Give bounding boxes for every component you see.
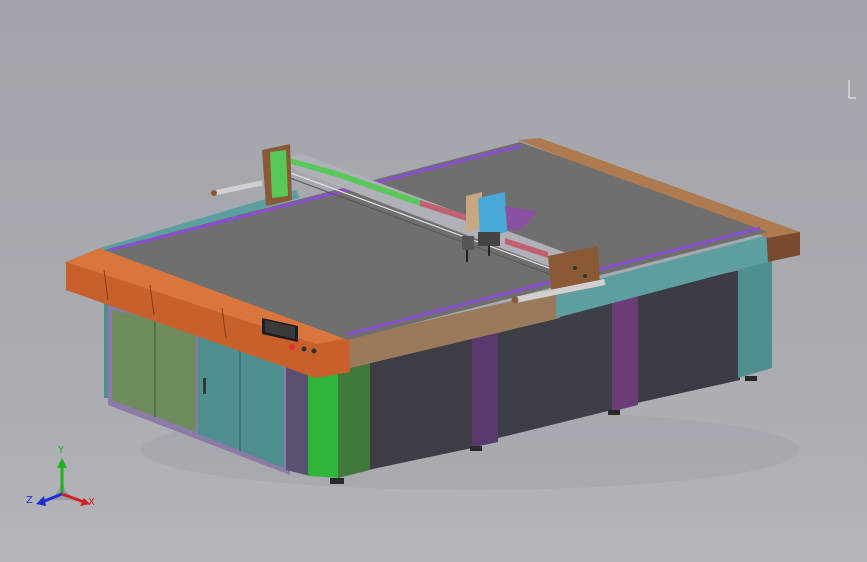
z-axis-arrow	[36, 496, 46, 506]
cabinet-divider-purple	[610, 293, 638, 412]
view-corner-indicator	[848, 80, 856, 99]
bolt	[573, 266, 577, 270]
bolt	[583, 274, 587, 278]
y-axis-arrow	[57, 458, 67, 468]
orientation-triad[interactable]: Y X Z	[22, 438, 112, 518]
tool-holder	[478, 232, 500, 246]
x-axis-label: X	[88, 497, 95, 508]
leveling-foot	[745, 376, 757, 381]
leveling-foot	[470, 446, 482, 451]
y-axis-label: Y	[58, 445, 65, 456]
gantry-end-cover-left	[270, 150, 288, 198]
cutting-machine-model[interactable]	[0, 0, 867, 562]
roller-cap	[211, 190, 217, 196]
cutting-tool	[462, 236, 474, 250]
control-column-side	[338, 362, 370, 478]
z-axis-label: Z	[26, 495, 33, 506]
door-handle[interactable]	[203, 378, 206, 394]
emergency-stop-button[interactable]	[289, 344, 295, 350]
cad-viewport[interactable]: Y X Z	[0, 0, 867, 562]
control-button[interactable]	[311, 348, 317, 354]
feed-roller-left	[213, 180, 263, 196]
leveling-foot	[330, 478, 344, 484]
tool-head-housing[interactable]	[478, 192, 507, 238]
control-button[interactable]	[301, 346, 307, 352]
cabinet-divider-purple-2	[470, 331, 498, 448]
leveling-foot	[608, 410, 620, 415]
side-panel-teal-right	[738, 258, 772, 378]
triad-graphic	[36, 458, 90, 506]
roller-cap	[511, 296, 519, 304]
